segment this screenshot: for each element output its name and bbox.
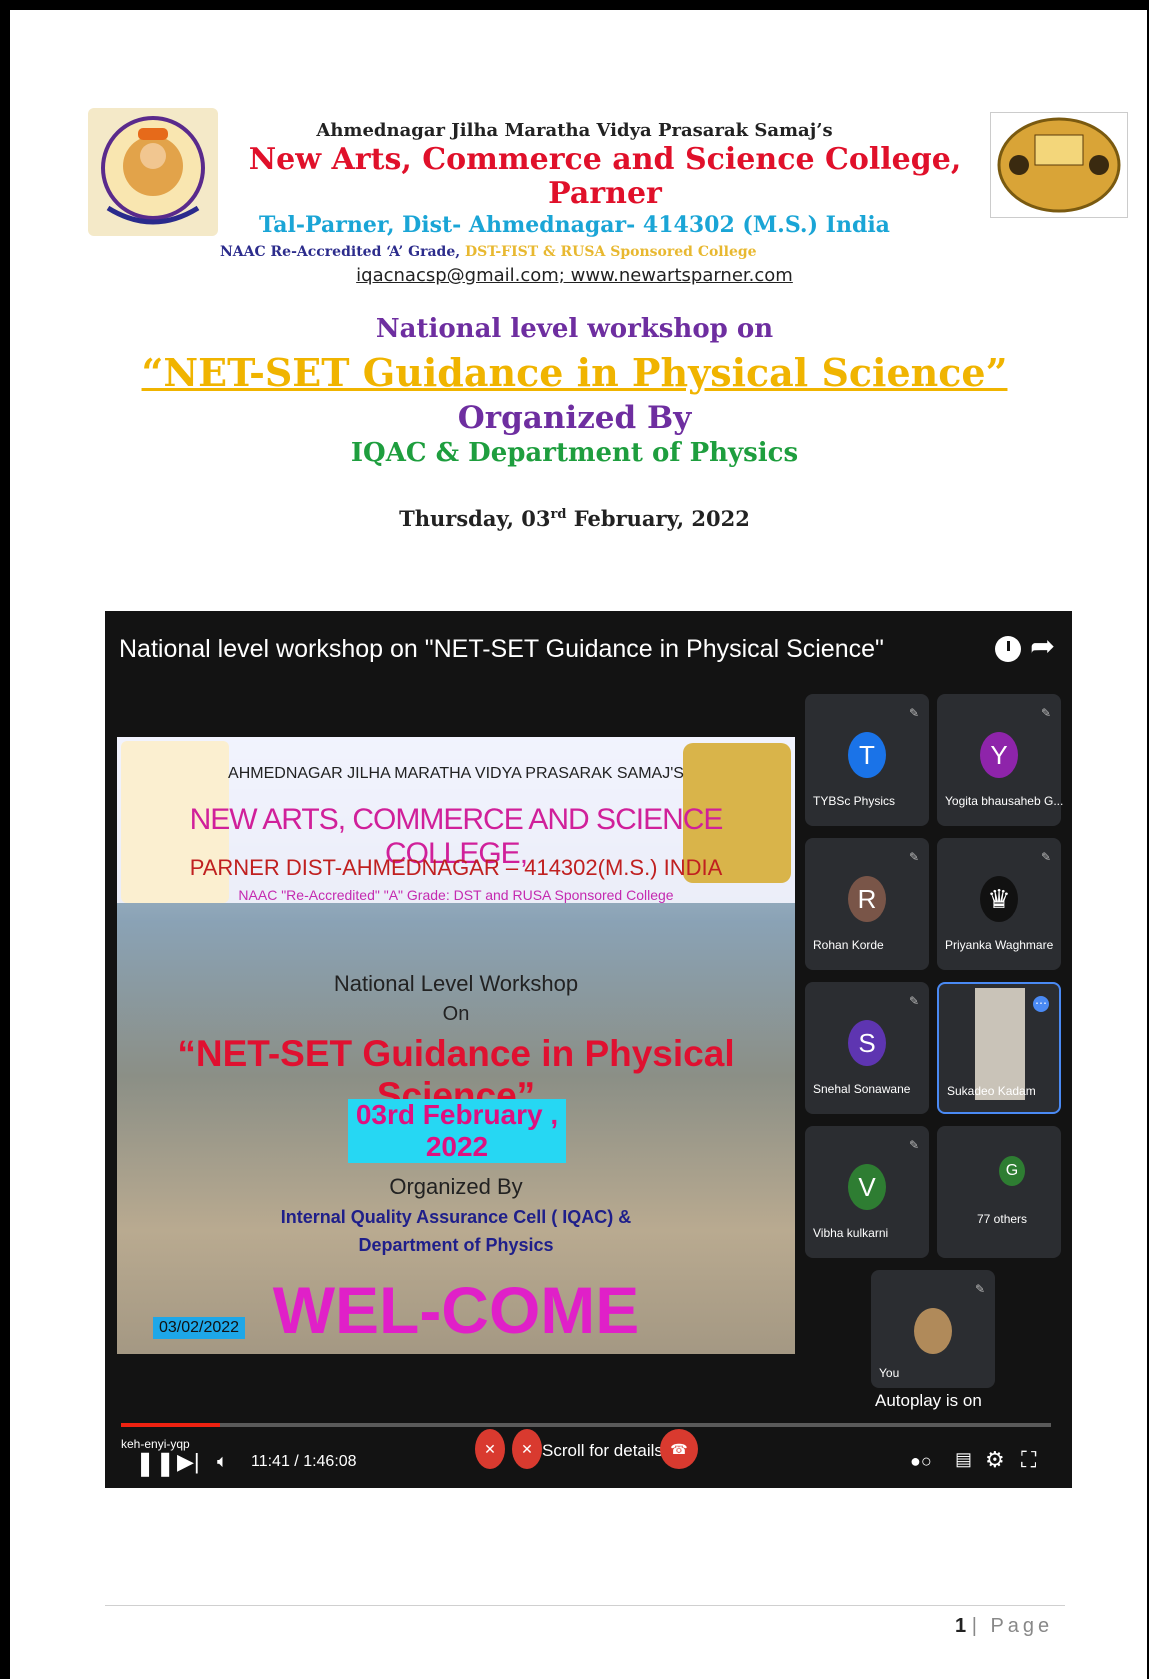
avatar: R <box>848 876 886 922</box>
mic-muted-icon: ✎ <box>908 850 919 864</box>
participant-name: TYBSc Physics <box>813 794 896 808</box>
avatar: S <box>848 1020 886 1066</box>
workshop-title: “NET-SET Guidance in Physical Science” <box>141 350 1008 395</box>
slide-place: PARNER DIST-AHMEDNAGAR – 414302(M.S.) IN… <box>189 855 723 880</box>
college-name: New Arts, Commerce and Science College, … <box>248 142 962 211</box>
subtitles-icon[interactable]: ▤ <box>955 1449 972 1470</box>
participant-name: Snehal Sonawane <box>813 1082 911 1096</box>
video-player[interactable]: National level workshop on "NET-SET Guid… <box>105 611 1072 1488</box>
participant-name: Sukadeo Kadam <box>947 1084 1036 1098</box>
video-title[interactable]: National level workshop on "NET-SET Guid… <box>119 635 884 664</box>
slide-cell: Internal Quality Assurance Cell ( IQAC) … <box>280 1207 632 1227</box>
society-name: Ahmednagar Jilha Maratha Vidya Prasarak … <box>316 120 833 141</box>
settings-icon[interactable]: ⚙ <box>985 1447 1005 1473</box>
college-address: Tal-Parner, Dist- Ahmednagar- 414302 (M.… <box>259 212 890 238</box>
participant-tile[interactable]: ✎ ♛ Priyanka Waghmare <box>937 838 1061 970</box>
slide-date: 03rd February , 2022 <box>348 1099 566 1163</box>
scroll-hint: Scroll for details <box>542 1441 663 1460</box>
others-tile[interactable]: G 77 others <box>937 1126 1061 1258</box>
mic-off-icon: ✕ <box>475 1429 505 1469</box>
participant-tile[interactable]: ✎ S Snehal Sonawane <box>805 982 929 1114</box>
slide-date-stamp: 03/02/2022 <box>153 1317 246 1339</box>
mic-muted-icon: ✎ <box>908 706 919 720</box>
mic-muted-icon: ✎ <box>1040 850 1051 864</box>
avatar: T <box>848 732 886 778</box>
autoplay-label: Autoplay is on <box>875 1391 982 1410</box>
watch-later-icon[interactable] <box>995 636 1021 662</box>
mic-muted-icon: ✎ <box>974 1282 985 1296</box>
slide-organized: Organized By <box>389 1174 523 1199</box>
contact-links[interactable]: iqacnacsp@gmail.com; www.newartsparner.c… <box>0 265 1149 286</box>
slide-naac: NAAC "Re-Accredited" "A" Grade: DST and … <box>238 887 674 903</box>
organized-by-label: Organized By <box>457 400 692 436</box>
volume-icon[interactable]: 🔈︎ <box>217 1451 228 1472</box>
mic-muted-icon: ✎ <box>908 1138 919 1152</box>
page-number: 1 | Page <box>955 1615 1054 1637</box>
slide-on: On <box>442 1003 470 1025</box>
self-label: You <box>879 1366 900 1380</box>
avatar: G <box>999 1156 1025 1186</box>
autoplay-toggle[interactable]: ●○ <box>910 1451 932 1472</box>
participant-name: Priyanka Waghmare <box>945 938 1054 952</box>
accreditation-grade: NAAC Re-Accredited ‘A’ Grade, <box>220 244 465 260</box>
end-call-icon: ☎ <box>660 1429 698 1469</box>
organizer-name: IQAC & Department of Physics <box>350 438 799 468</box>
workshop-date: Thursday, 03rd February, 2022 <box>399 506 750 531</box>
participant-tile[interactable]: ✎ Y Yogita bhausaheb G... <box>937 694 1064 826</box>
share-icon[interactable]: ➦ <box>1030 629 1055 664</box>
participant-name: Yogita bhausaheb G... <box>945 794 1064 808</box>
participant-tile[interactable]: ✎ R Rohan Korde <box>805 838 929 970</box>
pause-icon[interactable]: ❚❚ <box>135 1449 175 1478</box>
participant-tile[interactable]: ✎ V Vibha kulkarni <box>805 1126 929 1258</box>
self-tile[interactable]: ✎ You <box>871 1270 995 1388</box>
avatar: Y <box>980 732 1018 778</box>
workshop-intro: National level workshop on <box>375 314 774 344</box>
camera-off-icon: ✕ <box>512 1429 542 1469</box>
mic-muted-icon: ✎ <box>1040 706 1051 720</box>
progress-fill <box>121 1423 220 1427</box>
participant-tile-active[interactable]: ⋯ Sukadeo Kadam <box>937 982 1061 1114</box>
others-count: 77 others <box>977 1212 1028 1226</box>
accreditation-line: NAAC Re-Accredited ‘A’ Grade, DST-FIST &… <box>220 244 920 260</box>
more-options-icon[interactable]: ⋯ <box>1033 996 1049 1012</box>
mic-muted-icon: ✎ <box>908 994 919 1008</box>
slide-dept: Department of Physics <box>358 1235 554 1255</box>
avatar <box>914 1308 952 1354</box>
fullscreen-icon[interactable]: ⛶ <box>1021 1447 1036 1473</box>
participant-name: Rohan Korde <box>813 938 884 952</box>
footer-rule <box>105 1605 1065 1606</box>
next-icon[interactable]: ▶| <box>177 1449 200 1475</box>
slide-level: National Level Workshop <box>333 971 579 996</box>
slide-society: AHMEDNAGAR JILHA MARATHA VIDYA PRASARAK … <box>228 765 684 782</box>
accreditation-sponsor: DST-FIST & RUSA Sponsored College <box>464 244 757 260</box>
presentation-slide: AHMEDNAGAR JILHA MARATHA VIDYA PRASARAK … <box>117 737 795 1354</box>
time-display: 11:41 / 1:46:08 <box>251 1453 357 1470</box>
avatar: V <box>848 1164 886 1210</box>
participant-tile[interactable]: ✎ T TYBSc Physics <box>805 694 929 826</box>
participant-name: Vibha kulkarni <box>813 1226 889 1240</box>
avatar: ♛ <box>980 876 1018 922</box>
video-progress-bar[interactable] <box>121 1423 1051 1427</box>
